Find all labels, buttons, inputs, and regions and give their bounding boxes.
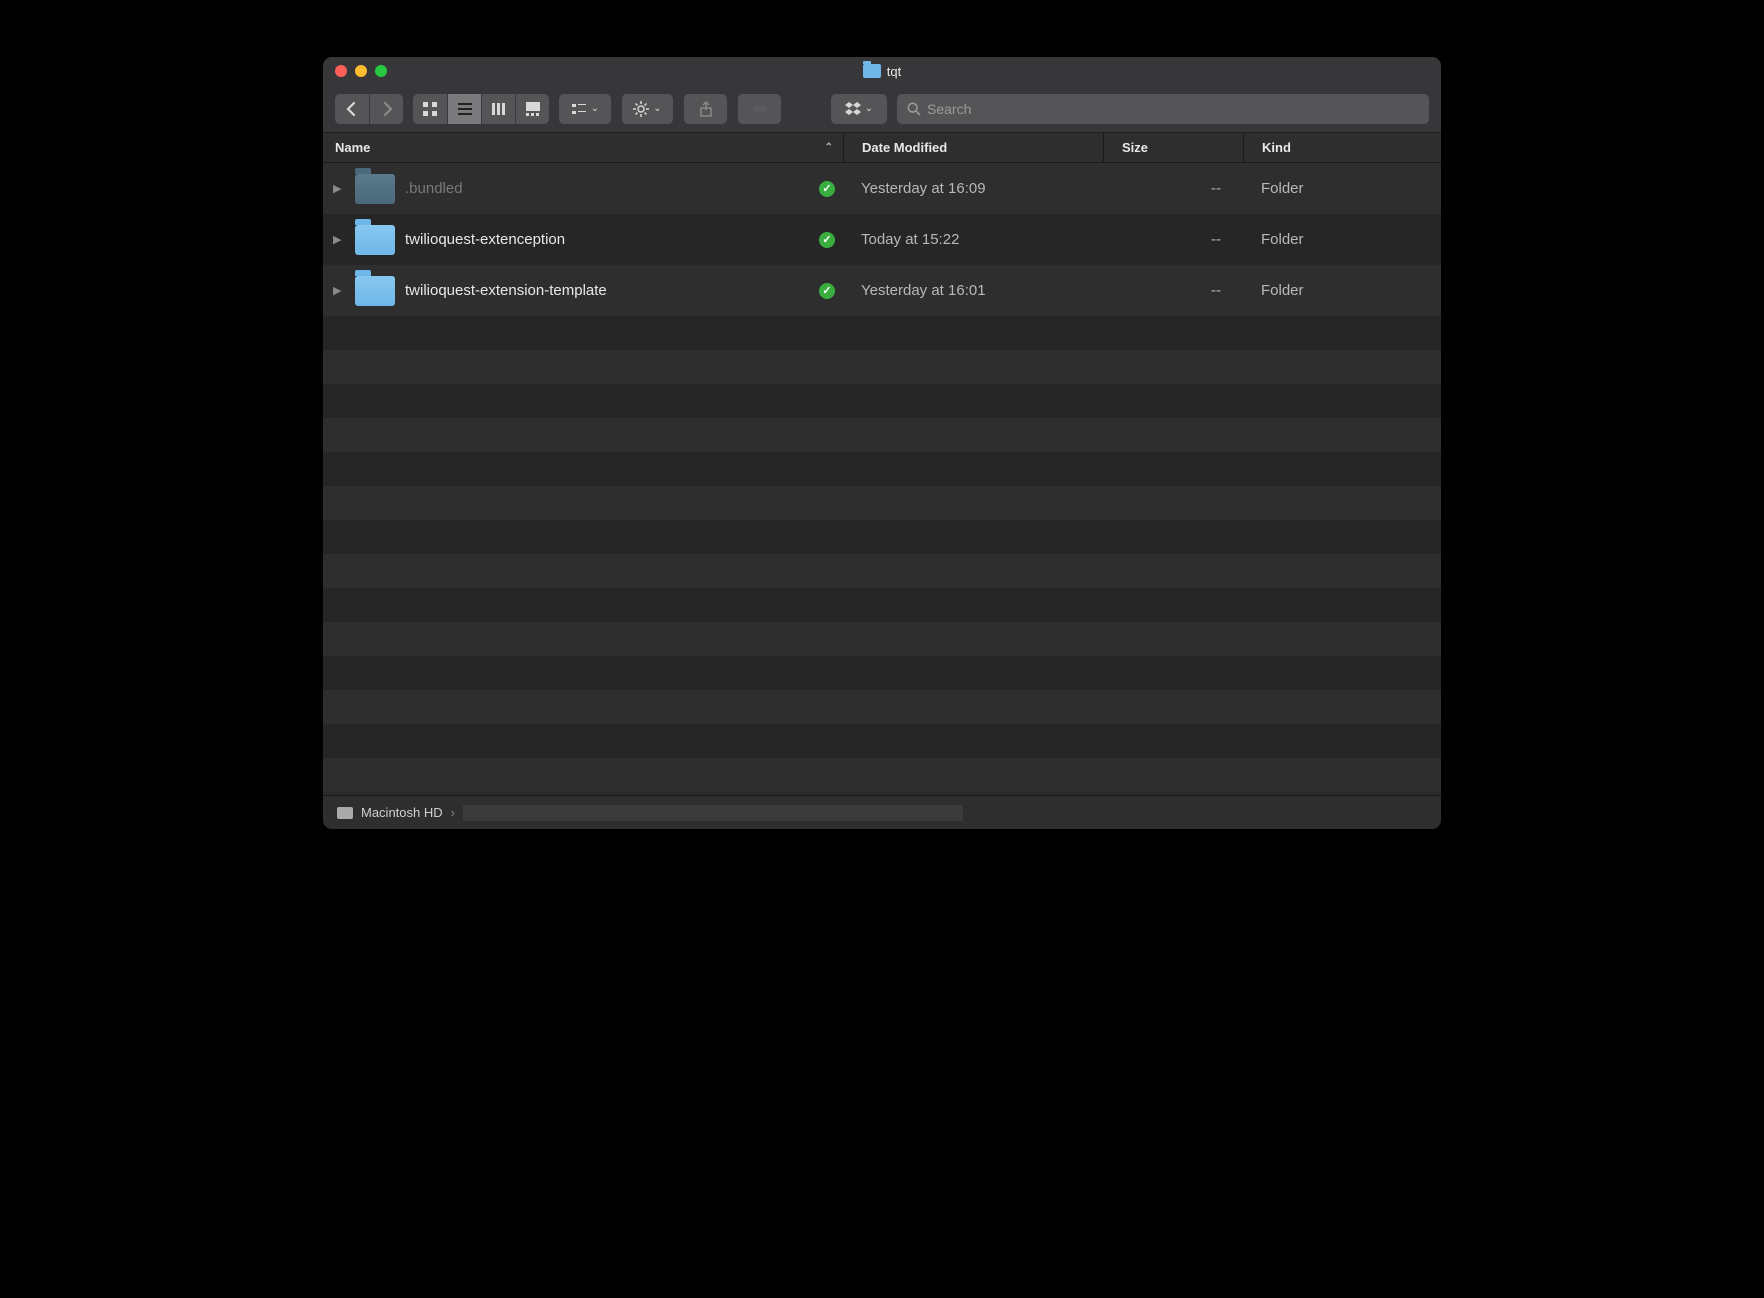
group-button[interactable]: ⌄ (559, 94, 611, 124)
file-name: .bundled (405, 180, 463, 197)
folder-icon (355, 276, 395, 306)
list-view-button[interactable] (447, 94, 481, 124)
empty-row (323, 452, 1441, 486)
action-button[interactable]: ⌄ (621, 94, 673, 124)
empty-row (323, 350, 1441, 384)
sync-check-icon: ✓ (819, 283, 835, 299)
empty-row (323, 520, 1441, 554)
view-buttons (413, 94, 549, 124)
cell-kind: Folder (1243, 282, 1441, 299)
cell-date: Yesterday at 16:01 (843, 282, 1103, 299)
finder-window: tqt (322, 56, 1442, 830)
columns-icon (491, 101, 507, 117)
grid-icon (422, 101, 438, 117)
search-input[interactable] (927, 101, 1419, 117)
empty-row (323, 486, 1441, 520)
path-bar: Macintosh HD › (323, 795, 1441, 829)
empty-row (323, 758, 1441, 792)
search-icon (907, 102, 921, 116)
share-button[interactable] (683, 94, 727, 124)
traffic-lights (323, 65, 387, 77)
column-label: Size (1122, 140, 1148, 155)
file-row[interactable]: ▶ twilioquest-extension-template ✓ Yesterda… (323, 265, 1441, 316)
tags-button[interactable] (737, 94, 781, 124)
chevron-down-icon: ⌄ (653, 103, 661, 114)
cell-name: ▶ twilioquest-extension-template ✓ (323, 276, 843, 306)
file-name: twilioquest-extension-template (405, 282, 607, 299)
empty-row (323, 622, 1441, 656)
sync-check-icon: ✓ (819, 181, 835, 197)
file-row[interactable]: ▶ .bundled ✓ Yesterday at 16:09--Folder (323, 163, 1441, 214)
window-title: tqt (323, 64, 1441, 79)
column-header-kind[interactable]: Kind (1243, 133, 1441, 162)
folder-icon (355, 225, 395, 255)
chevron-down-icon: ⌄ (865, 103, 873, 114)
back-button[interactable] (335, 94, 369, 124)
sort-chevron-icon: ⌃ (825, 142, 833, 153)
cell-date: Today at 15:22 (843, 231, 1103, 248)
disclosure-triangle-icon[interactable]: ▶ (333, 284, 345, 297)
cell-name: ▶ twilioquest-extenception ✓ (323, 225, 843, 255)
empty-row (323, 656, 1441, 690)
disclosure-triangle-icon[interactable]: ▶ (333, 233, 345, 246)
empty-row (323, 690, 1441, 724)
chevron-right-icon (379, 101, 395, 117)
cell-size: -- (1103, 282, 1243, 299)
nav-buttons (335, 94, 403, 124)
title-text: tqt (887, 64, 901, 79)
empty-row (323, 384, 1441, 418)
gallery-icon (525, 101, 541, 117)
gear-icon (633, 101, 649, 117)
column-header-date[interactable]: Date Modified (843, 133, 1103, 162)
hard-drive-icon (337, 807, 353, 819)
cell-date: Yesterday at 16:09 (843, 180, 1103, 197)
cell-size: -- (1103, 180, 1243, 197)
cell-name: ▶ .bundled ✓ (323, 174, 843, 204)
column-label: Date Modified (862, 140, 947, 155)
cell-size: -- (1103, 231, 1243, 248)
column-label: Kind (1262, 140, 1291, 155)
titlebar[interactable]: tqt (323, 57, 1441, 85)
file-name: twilioquest-extenception (405, 231, 565, 248)
path-separator: › (451, 805, 455, 820)
sync-check-icon: ✓ (819, 232, 835, 248)
empty-row (323, 588, 1441, 622)
share-icon (698, 101, 714, 117)
file-row[interactable]: ▶ twilioquest-extenception ✓ Today at 15:22… (323, 214, 1441, 265)
chevron-left-icon (344, 101, 360, 117)
dropbox-icon (845, 101, 861, 117)
cell-kind: Folder (1243, 180, 1441, 197)
minimize-button[interactable] (355, 65, 367, 77)
close-button[interactable] (335, 65, 347, 77)
toolbar: ⌄ ⌄ ⌄ (323, 85, 1441, 133)
search-field[interactable] (897, 94, 1429, 124)
chevron-down-icon: ⌄ (591, 103, 599, 114)
column-label: Name (335, 140, 370, 155)
column-header-size[interactable]: Size (1103, 133, 1243, 162)
disclosure-triangle-icon[interactable]: ▶ (333, 182, 345, 195)
empty-row (323, 554, 1441, 588)
empty-row (323, 418, 1441, 452)
dropbox-button[interactable]: ⌄ (831, 94, 887, 124)
icon-view-button[interactable] (413, 94, 447, 124)
column-headers: Name ⌃ Date Modified Size Kind (323, 133, 1441, 163)
empty-row (323, 724, 1441, 758)
empty-row (323, 316, 1441, 350)
folder-icon (355, 174, 395, 204)
zoom-button[interactable] (375, 65, 387, 77)
path-segment[interactable] (463, 805, 963, 821)
cell-kind: Folder (1243, 231, 1441, 248)
forward-button[interactable] (369, 94, 403, 124)
file-list: ▶.bundled✓Yesterday at 16:09--Folder▶twi… (323, 163, 1441, 795)
column-header-name[interactable]: Name ⌃ (323, 140, 843, 155)
column-view-button[interactable] (481, 94, 515, 124)
path-root[interactable]: Macintosh HD (361, 805, 443, 820)
group-icon (571, 101, 587, 117)
folder-icon (863, 64, 881, 78)
gallery-view-button[interactable] (515, 94, 549, 124)
tag-icon (752, 101, 768, 117)
list-icon (457, 101, 473, 117)
